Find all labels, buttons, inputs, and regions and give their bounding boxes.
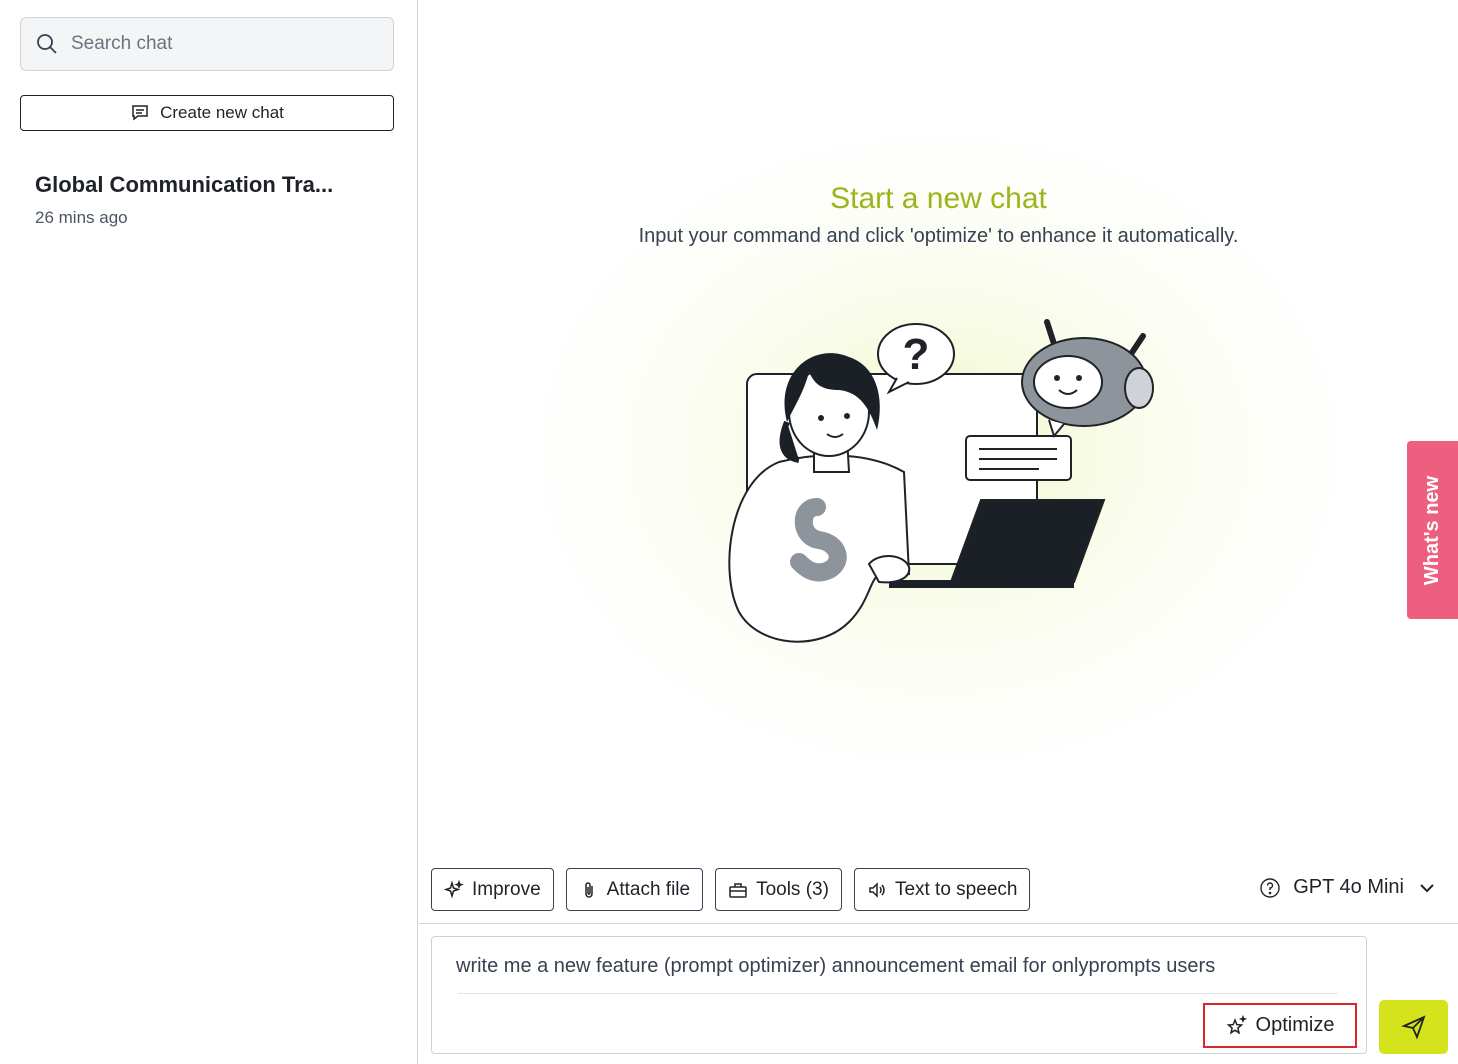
optimize-label: Optimize <box>1255 1014 1335 1036</box>
attach-file-button[interactable]: Attach file <box>565 868 704 911</box>
page-subtitle: Input your command and click 'optimize' … <box>638 225 1239 247</box>
toolbox-icon <box>729 882 747 898</box>
sparkle-star-icon <box>1226 1014 1247 1034</box>
composer-toolbar: Improve Attach file Tools (3) Text to sp… <box>431 868 1031 911</box>
chat-history-item[interactable]: Global Communication Tra... 26 mins ago <box>35 172 375 228</box>
text-to-speech-label: Text to speech <box>894 878 1018 900</box>
model-name: GPT 4o Mini <box>1293 876 1404 898</box>
chat-illustration: ? <box>728 319 1154 643</box>
create-new-chat-label: Create new chat <box>160 103 284 122</box>
prompt-composer[interactable]: write me a new feature (prompt optimizer… <box>431 936 1367 1054</box>
prompt-input[interactable]: write me a new feature (prompt optimizer… <box>456 955 1215 978</box>
whats-new-tab[interactable]: What's new <box>1407 441 1458 619</box>
page-title: Start a new chat <box>830 182 1047 215</box>
search-box[interactable] <box>20 17 394 71</box>
whats-new-label: What's new <box>1421 475 1443 585</box>
chat-title: Global Communication Tra... <box>35 172 334 197</box>
composer-divider <box>458 993 1338 994</box>
search-icon <box>37 34 57 54</box>
divider <box>419 923 1458 924</box>
app: Create new chat Global Communication Tra… <box>0 0 1458 1064</box>
help-circle-icon <box>1260 877 1280 898</box>
text-to-speech-button[interactable]: Text to speech <box>853 868 1031 911</box>
send-icon <box>1400 1015 1426 1040</box>
chevron-down-icon <box>1420 883 1434 892</box>
send-button[interactable] <box>1379 1000 1448 1054</box>
tools-label: Tools (3) <box>756 878 829 900</box>
svg-text:?: ? <box>903 330 930 379</box>
improve-label: Improve <box>472 878 541 900</box>
chat-timestamp: 26 mins ago <box>35 208 128 227</box>
optimize-button[interactable]: Optimize <box>1203 1003 1357 1048</box>
create-new-chat-button[interactable]: Create new chat <box>20 95 394 131</box>
search-input[interactable] <box>71 33 371 55</box>
model-selector[interactable]: GPT 4o Mini <box>1259 876 1438 899</box>
main-panel: Start a new chat Input your command and … <box>419 0 1458 1064</box>
sparkles-icon <box>444 879 464 899</box>
tools-button[interactable]: Tools (3) <box>715 868 842 911</box>
speaker-icon <box>869 881 885 898</box>
chat-bubble-icon <box>132 105 148 121</box>
attach-file-label: Attach file <box>606 878 691 900</box>
sidebar: Create new chat Global Communication Tra… <box>0 0 418 1064</box>
paperclip-icon <box>584 881 593 898</box>
improve-button[interactable]: Improve <box>431 868 554 911</box>
